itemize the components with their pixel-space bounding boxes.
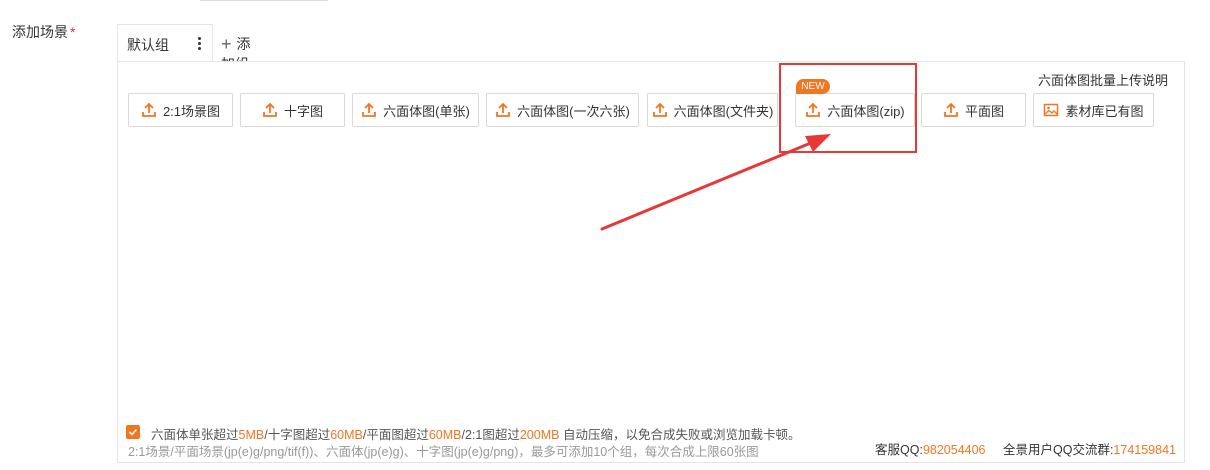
- upload-cube-single-button[interactable]: 六面体图(单张): [352, 93, 479, 127]
- button-label: 平面图: [964, 103, 1004, 119]
- auto-compress-checkbox[interactable]: [126, 425, 140, 439]
- note-value: 200MB: [519, 428, 560, 442]
- note-text: 六面体单张超过: [151, 428, 239, 442]
- button-label: 素材库已有图: [1065, 103, 1144, 119]
- qq-group-label: 全景用户QQ交流群:: [1003, 443, 1114, 457]
- image-icon: [1044, 103, 1059, 117]
- upload-icon: [806, 102, 821, 117]
- material-library-button[interactable]: 素材库已有图: [1033, 93, 1154, 127]
- check-icon: [128, 428, 138, 436]
- new-badge: NEW: [796, 79, 830, 94]
- button-label: 六面体图(zip): [827, 103, 905, 119]
- upload-floor-plan-button[interactable]: 平面图: [921, 93, 1026, 127]
- more-options-icon[interactable]: [198, 37, 202, 51]
- note-text: /2:1图超过: [461, 428, 520, 442]
- button-label: 十字图: [283, 103, 323, 119]
- note-value: 5MB: [238, 428, 265, 442]
- note-value: 60MB: [428, 428, 462, 442]
- button-label: 六面体图(单张): [383, 103, 470, 119]
- upload-icon: [263, 102, 277, 117]
- contact-info: 客服QQ:982054406 全景用户QQ交流群:174159841: [875, 439, 1176, 458]
- button-label: 2:1场景图: [162, 103, 221, 119]
- top-divider: [200, 0, 328, 1]
- add-scene-label: 添加场景 *: [12, 22, 75, 42]
- note-text: 自动压缩，以免合成失败或浏览加载卡顿。: [559, 428, 801, 442]
- upload-2to1-scene-button[interactable]: 2:1场景图: [128, 93, 233, 127]
- upload-icon: [652, 102, 667, 117]
- plus-icon: +: [221, 34, 232, 54]
- upload-icon: [362, 102, 377, 117]
- batch-upload-help-link[interactable]: 六面体图批量上传说明: [1038, 70, 1168, 89]
- upload-icon: [142, 102, 156, 117]
- tab-default-group-label: 默认组: [127, 37, 169, 53]
- upload-icon: [496, 102, 511, 117]
- tab-default-group[interactable]: 默认组: [117, 24, 213, 61]
- service-qq-label: 客服QQ:: [875, 443, 923, 457]
- upload-panel: 六面体图批量上传说明 2:1场景图 十字图 六面体图(单张) 六面体图(一次六张…: [117, 61, 1185, 463]
- add-scene-label-text: 添加场景: [12, 24, 68, 40]
- upload-cross-image-button[interactable]: 十字图: [240, 93, 345, 127]
- note-value: 60MB: [330, 428, 363, 442]
- upload-icon: [944, 102, 958, 117]
- upload-cube-zip-button[interactable]: 六面体图(zip): [795, 93, 915, 127]
- qq-group-value: 174159841: [1113, 443, 1176, 457]
- upload-cube-six-button[interactable]: 六面体图(一次六张): [486, 93, 639, 127]
- upload-cube-folder-button[interactable]: 六面体图(文件夹): [647, 93, 778, 127]
- service-qq-value: 982054406: [922, 443, 986, 457]
- button-label: 六面体图(文件夹): [673, 103, 774, 119]
- format-note: 2:1场景/平面场景(jp(e)g/png/tif(f))、六面体(jp(e)g…: [128, 445, 759, 459]
- required-mark: *: [70, 24, 76, 40]
- note-text: /平面图超过: [362, 428, 429, 442]
- note-text: /十字图超过: [264, 428, 331, 442]
- button-label: 六面体图(一次六张): [517, 103, 630, 119]
